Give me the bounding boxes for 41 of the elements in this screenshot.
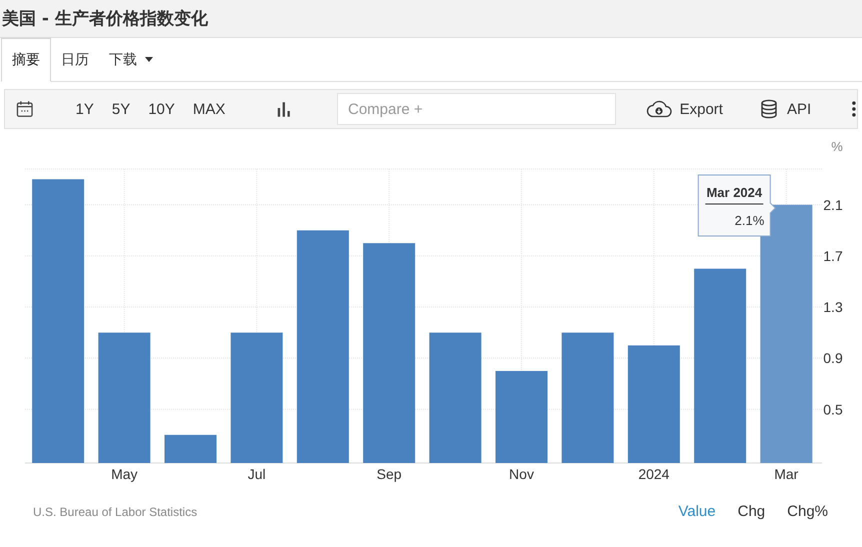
more-icon[interactable] (851, 101, 857, 117)
range-button[interactable]: 5Y (104, 100, 138, 118)
bar[interactable] (296, 230, 349, 463)
axis-label: Jul (248, 466, 266, 482)
bar[interactable] (628, 345, 680, 463)
view-toggle[interactable]: Chg% (781, 503, 834, 520)
database-icon (758, 99, 779, 119)
axis-label: Mar (774, 466, 798, 482)
axis-label: 2.1 (823, 196, 843, 213)
bar[interactable] (32, 179, 84, 463)
axis-label: 1.3 (823, 299, 843, 316)
cloud-download-icon (646, 100, 672, 118)
bar[interactable] (429, 332, 482, 463)
view-toggle[interactable]: Value (672, 503, 722, 520)
axis-label: Nov (509, 466, 534, 482)
compare-field[interactable]: Compare + (336, 93, 616, 125)
range-button[interactable]: 10Y (140, 100, 183, 118)
bar[interactable] (98, 332, 150, 463)
source-text: U.S. Bureau of Labor Statistics (33, 504, 198, 518)
axis-label: 2024 (638, 466, 670, 482)
tooltip-title: Mar 2024 (706, 185, 762, 200)
bar-chart-icon[interactable] (277, 102, 293, 116)
bar[interactable] (694, 268, 746, 463)
unit-label: % (831, 139, 843, 154)
range-button[interactable]: 1Y (68, 100, 102, 118)
axis-label: 0.9 (823, 350, 843, 366)
tooltip-value: 2.1% (734, 213, 764, 228)
calendar-icon[interactable] (16, 100, 34, 118)
page-title: 美国 - 生产者价格指数变化 (2, 8, 208, 30)
export-button[interactable]: Export (646, 100, 723, 118)
axis-label: 1.7 (823, 248, 843, 264)
axis-label: May (111, 466, 138, 482)
bar[interactable] (363, 243, 416, 463)
bar[interactable] (230, 332, 283, 463)
axis-label: 0.5 (823, 401, 843, 418)
view-toggle[interactable]: Chg (732, 503, 772, 520)
bar[interactable] (562, 332, 614, 463)
range-button[interactable]: MAX (184, 100, 234, 118)
tab[interactable]: 摘要 (1, 38, 51, 82)
axis-label: Sep (376, 466, 402, 482)
api-button[interactable]: API (758, 99, 812, 119)
